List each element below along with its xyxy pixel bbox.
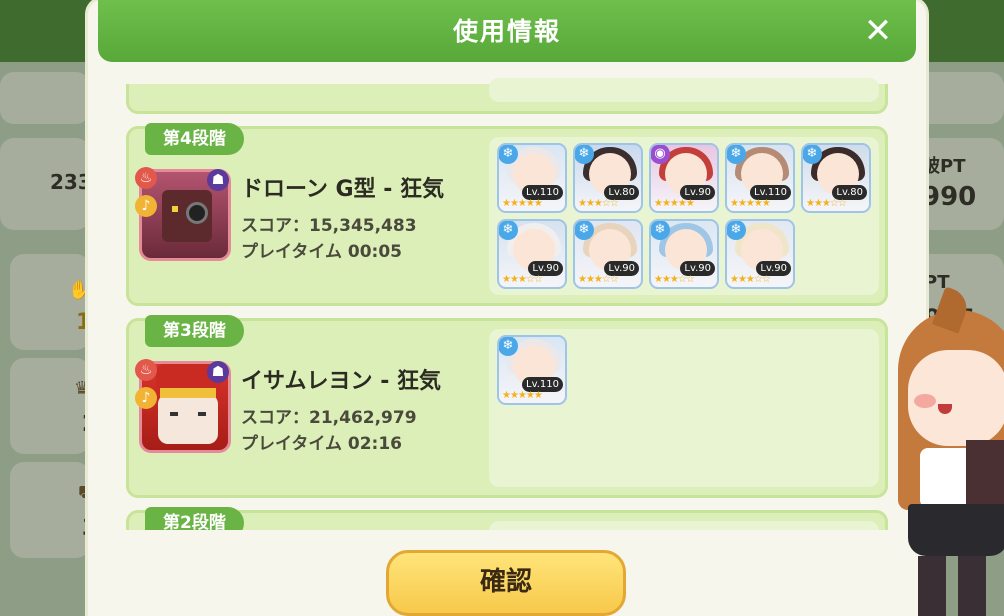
stage-list[interactable]: 第4段階 ♨ ♪ ☗ ドローン G型 - 狂気 スコア：15,345,483 プ… [110, 72, 906, 530]
background-rank-card-3: ⛟ 3 [10, 462, 101, 558]
hero-card: ❄ Lv.90 ★★★☆☆ [497, 219, 567, 289]
boss-playtime: プレイタイム 02:16 [241, 434, 403, 454]
ice-icon: ❄ [727, 221, 746, 240]
hero-stars: ★★★☆☆ [654, 274, 695, 285]
team-panel: ❄ Lv.110 ★★★★★ ❄ Lv.80 ★★★☆☆ ◉ Lv.90 ★★★★★ ❄ Lv.11… [489, 137, 879, 295]
ice-icon: ❄ [499, 145, 518, 164]
hero-card: ❄ Lv.80 ★★★☆☆ [573, 143, 643, 213]
stage-card: 第3段階 ♨ ♪ ☗ イサムレヨン - 狂気 スコア：21,462,979 プレ… [126, 315, 888, 498]
weapon-icon: ♪ [135, 387, 157, 409]
hero-card: ◉ Lv.90 ★★★★★ [649, 143, 719, 213]
modal-header: 使用情報 ✕ [98, 0, 916, 62]
fire-icon: ♨ [135, 167, 157, 189]
background-rank-card-1: ✋ 1 [10, 254, 91, 350]
hero-card: ❄ Lv.80 ★★★☆☆ [801, 143, 871, 213]
boss-eye-right [198, 412, 206, 416]
boss-name: ドローン G型 - 狂気 [241, 177, 445, 202]
stage-label: 第2段階 [145, 507, 244, 530]
hero-stars: ★★★★★ [730, 198, 771, 209]
close-icon[interactable]: ✕ [860, 13, 896, 49]
hero-card: ❄ Lv.90 ★★★☆☆ [649, 219, 719, 289]
arcane-icon: ◉ [651, 145, 670, 164]
demon-icon: ☗ [207, 169, 229, 191]
mascot-leg-right [958, 556, 986, 616]
hero-card: ❄ Lv.110 ★★★★★ [725, 143, 795, 213]
boss-crown-band [160, 388, 216, 398]
hero-stars: ★★★☆☆ [502, 274, 543, 285]
hero-stars: ★★★☆☆ [730, 274, 771, 285]
demon-icon: ☗ [207, 361, 229, 383]
stage-card-previous [126, 78, 888, 114]
modal-title: 使用情報 [452, 17, 561, 46]
hero-stars: ★★★★★ [502, 390, 543, 401]
usage-info-modal: 使用情報 ✕ 第4段階 ♨ ♪ ☗ ドローン G型 - 狂気 スコア：15,34… [88, 0, 926, 616]
hero-card: ❄ Lv.110 ★★★★★ [497, 143, 567, 213]
ice-icon: ❄ [499, 221, 518, 240]
fire-icon: ♨ [135, 359, 157, 381]
hero-card: ❄ Lv.110 ★★★★★ [497, 335, 567, 405]
background-rank-card-2: ♛ 2 [10, 358, 97, 454]
boss-name: イサムレヨン - 狂気 [241, 369, 442, 394]
hero-stars: ★★★☆☆ [578, 274, 619, 285]
hero-stars: ★★★★★ [502, 198, 543, 209]
boss-face [158, 394, 218, 444]
mascot-leg-left [918, 556, 946, 616]
background-score-card: 233 [0, 138, 92, 230]
stage-card: 第4段階 ♨ ♪ ☗ ドローン G型 - 狂気 スコア：15,345,483 プ… [126, 123, 888, 306]
boss-eye-left [170, 412, 178, 416]
hero-stars: ★★★☆☆ [578, 198, 619, 209]
team-panel [489, 521, 879, 530]
ice-icon: ❄ [727, 145, 746, 164]
hero-stars: ★★★☆☆ [806, 198, 847, 209]
mascot-skirt [908, 504, 1004, 556]
boss-eye [186, 202, 208, 224]
boss-score: スコア：21,462,979 [241, 408, 417, 428]
mascot-blush [914, 394, 936, 408]
team-panel-previous [489, 78, 879, 102]
hero-card: ❄ Lv.90 ★★★☆☆ [573, 219, 643, 289]
background-score-value: 233 [50, 170, 92, 194]
mascot-character [880, 286, 1004, 616]
ice-icon: ❄ [575, 145, 594, 164]
hero-stars: ★★★★★ [654, 198, 695, 209]
stage-label: 第3段階 [145, 315, 244, 347]
stage-card: 第2段階 [126, 507, 888, 530]
weapon-icon: ♪ [135, 195, 157, 217]
hero-card: ❄ Lv.90 ★★★☆☆ [725, 219, 795, 289]
confirm-button[interactable]: 確認 [386, 550, 626, 616]
background-tab [0, 72, 90, 124]
ice-icon: ❄ [499, 337, 518, 356]
team-panel: ❄ Lv.110 ★★★★★ [489, 329, 879, 487]
ice-icon: ❄ [575, 221, 594, 240]
boss-light [172, 206, 178, 212]
ice-icon: ❄ [651, 221, 670, 240]
boss-playtime: プレイタイム 00:05 [241, 242, 403, 262]
background-pt-label: 破PT [922, 156, 966, 177]
background-pt-value: 990 [922, 182, 977, 212]
boss-score: スコア：15,345,483 [241, 216, 417, 236]
ice-icon: ❄ [803, 145, 822, 164]
stage-label: 第4段階 [145, 123, 244, 155]
